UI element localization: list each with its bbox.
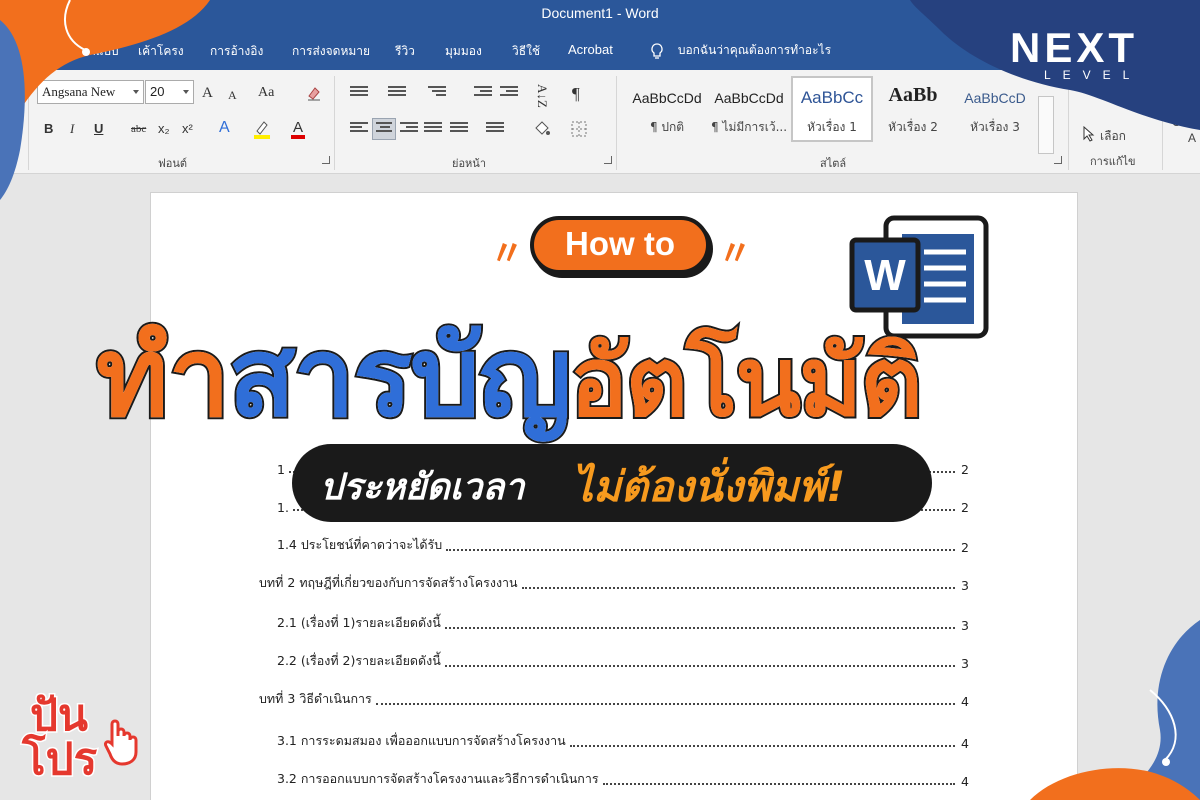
how-to-badge: How to [530, 216, 710, 274]
toc-entry-text: 1 [277, 462, 285, 477]
toc-leader [444, 665, 955, 667]
show-marks-button[interactable]: ¶ [572, 85, 580, 102]
clear-formatting-icon[interactable] [305, 84, 323, 102]
toc-entry[interactable]: 3.1 การระดมสมอง เพื่อออกแบบการจัดสร้างโค… [277, 729, 969, 751]
toc-entry-text: 2.2 (เรื่องที่ 2)รายละเอียดดังนี้ [277, 653, 441, 668]
toc-entry[interactable]: 2.1 (เรื่องที่ 1)รายละเอียดดังนี้ 3 [277, 611, 969, 633]
next-logo: NEXT [1010, 24, 1139, 71]
toc-page-number: 2 [961, 540, 969, 555]
group-separator [616, 76, 617, 170]
styles-dialog-launcher-icon[interactable] [1054, 156, 1062, 164]
align-center-icon[interactable] [372, 118, 396, 140]
toc-page-number: 3 [961, 578, 969, 593]
tab-view[interactable]: มุมมอง [445, 42, 482, 61]
toc-entry-text: 3.2 การออกแบบการจัดสร้างโครงงานและวิธีกา… [277, 771, 599, 786]
style-preview: AaBbCc [800, 88, 864, 107]
toc-entry[interactable]: 3.2 การออกแบบการจัดสร้างโครงงานและวิธีกา… [277, 767, 969, 789]
change-case-button[interactable]: Aa [258, 86, 274, 100]
bottom-right-blob [1030, 620, 1200, 800]
toc-page-number: 4 [961, 736, 969, 751]
style-name: ¶ ปกติ [649, 120, 685, 134]
toc-entry[interactable]: บทที่ 2 ทฤษฎีที่เกี่ยวของกับการจัดสร้างโ… [259, 571, 969, 593]
font-color-button[interactable]: A [291, 120, 306, 139]
style-name: หัวเรื่อง 1 [807, 120, 857, 134]
toc-page-number: 3 [961, 618, 969, 633]
cursor-hand-icon [104, 719, 138, 766]
style-preview: AaBbCcDd [714, 90, 784, 106]
styles-group-label: สไตล์ [820, 157, 847, 170]
style-no-spacing[interactable]: AaBbCcDd ¶ ไม่มีการเว้... [708, 76, 790, 142]
headline-part-2: สารบัญ [226, 311, 574, 443]
toc-entry[interactable]: 2.2 (เรื่องที่ 2)รายละเอียดดังนี้ 3 [277, 649, 969, 671]
font-dialog-launcher-icon[interactable] [322, 156, 330, 164]
toc-page-number: 3 [961, 656, 969, 671]
style-normal[interactable]: AaBbCcDd ¶ ปกติ [626, 76, 708, 142]
toc-entry[interactable]: บทที่ 3 วิธีดำเนินการ 4 [259, 687, 969, 709]
toc-page-number: 2 [961, 462, 969, 477]
align-right-icon[interactable] [400, 122, 418, 136]
headline: ทำสารบัญอัตโนมัติ [94, 290, 1096, 443]
sort-button[interactable]: A↓Z [535, 84, 550, 108]
subtitle-save-time: ประหยัดเวลา [320, 467, 525, 508]
select-button[interactable]: เลือก [1100, 130, 1126, 142]
toc-entry-text: บทที่ 3 วิธีดำเนินการ [259, 691, 372, 706]
tell-me-text: บอกฉันว่าคุณต้องการทำอะไร [677, 43, 832, 57]
justify-icon[interactable] [424, 122, 442, 136]
toc-page-number: 4 [961, 774, 969, 789]
create-partial-label-2: A [1188, 131, 1197, 145]
toc-leader [375, 703, 955, 705]
align-left-icon[interactable] [350, 122, 368, 136]
distributed-icon[interactable] [450, 122, 468, 136]
orange-corner-blob [0, 0, 210, 200]
tab-acrobat[interactable]: Acrobat [568, 42, 613, 57]
paragraph-group-label: ย่อหน้า [452, 157, 486, 170]
toc-entry[interactable]: 1.4 ประโยชน์ที่คาดว่าจะได้รับ 2 [277, 533, 969, 555]
increase-indent-icon[interactable] [500, 86, 518, 100]
borders-icon[interactable] [570, 120, 588, 138]
toc-leader [602, 783, 955, 785]
line-spacing-icon[interactable] [486, 122, 504, 136]
paragraph-dialog-launcher-icon[interactable] [604, 156, 612, 164]
subtitle-no-typing: ไม่ต้องนั่งพิมพ์! [572, 462, 846, 511]
tab-review[interactable]: รีวิว [395, 42, 415, 61]
editing-group-label: การแก้ไข [1090, 155, 1136, 168]
punpro-logo-line-2: โปร [20, 733, 98, 787]
multilevel-list-icon[interactable] [428, 86, 446, 100]
toc-leader [446, 549, 955, 551]
group-separator [334, 76, 335, 170]
toc-leader [444, 627, 955, 629]
tab-mailings[interactable]: การส่งจดหมาย [292, 42, 370, 61]
toc-leader [521, 587, 955, 589]
left-accent-marks: 〃 [490, 234, 524, 274]
right-accent-marks: 〃 [718, 234, 752, 274]
toc-entry-text: 1.4 ประโยชน์ที่คาดว่าจะได้รับ [277, 537, 443, 552]
toc-entry-text: บทที่ 2 ทฤษฎีที่เกี่ยวของกับการจัดสร้างโ… [259, 575, 518, 590]
headline-part-1: ทำ [94, 311, 232, 443]
toc-leader [569, 745, 955, 747]
headline-part-3: อัตโนมัติ [568, 324, 925, 440]
tab-help[interactable]: วิธีใช้ [512, 42, 540, 61]
style-name: ¶ ไม่มีการเว้... [710, 120, 788, 134]
tell-me-box[interactable]: บอกฉันว่าคุณต้องการทำอะไร [650, 41, 831, 60]
style-preview: AaBbCcDd [632, 90, 702, 106]
toc-entry-text: 2.1 (เรื่องที่ 1)รายละเอียดดังนี้ [277, 615, 441, 630]
style-heading-1[interactable]: AaBbCc หัวเรื่อง 1 [791, 76, 873, 142]
shading-icon[interactable] [532, 120, 552, 138]
highlight-icon[interactable] [252, 118, 272, 140]
numbering-icon[interactable] [388, 86, 406, 100]
decrease-indent-icon[interactable] [474, 86, 492, 100]
lightbulb-icon [651, 42, 663, 59]
toc-entry-text: 3.1 การระดมสมอง เพื่อออกแบบการจัดสร้างโค… [277, 733, 566, 748]
toc-page-number: 4 [961, 694, 969, 709]
level-logo-text: LEVEL [1044, 68, 1142, 82]
bullets-icon[interactable] [350, 86, 368, 100]
toc-entry-text: 1. [277, 500, 289, 515]
toc-page-number: 2 [961, 500, 969, 515]
